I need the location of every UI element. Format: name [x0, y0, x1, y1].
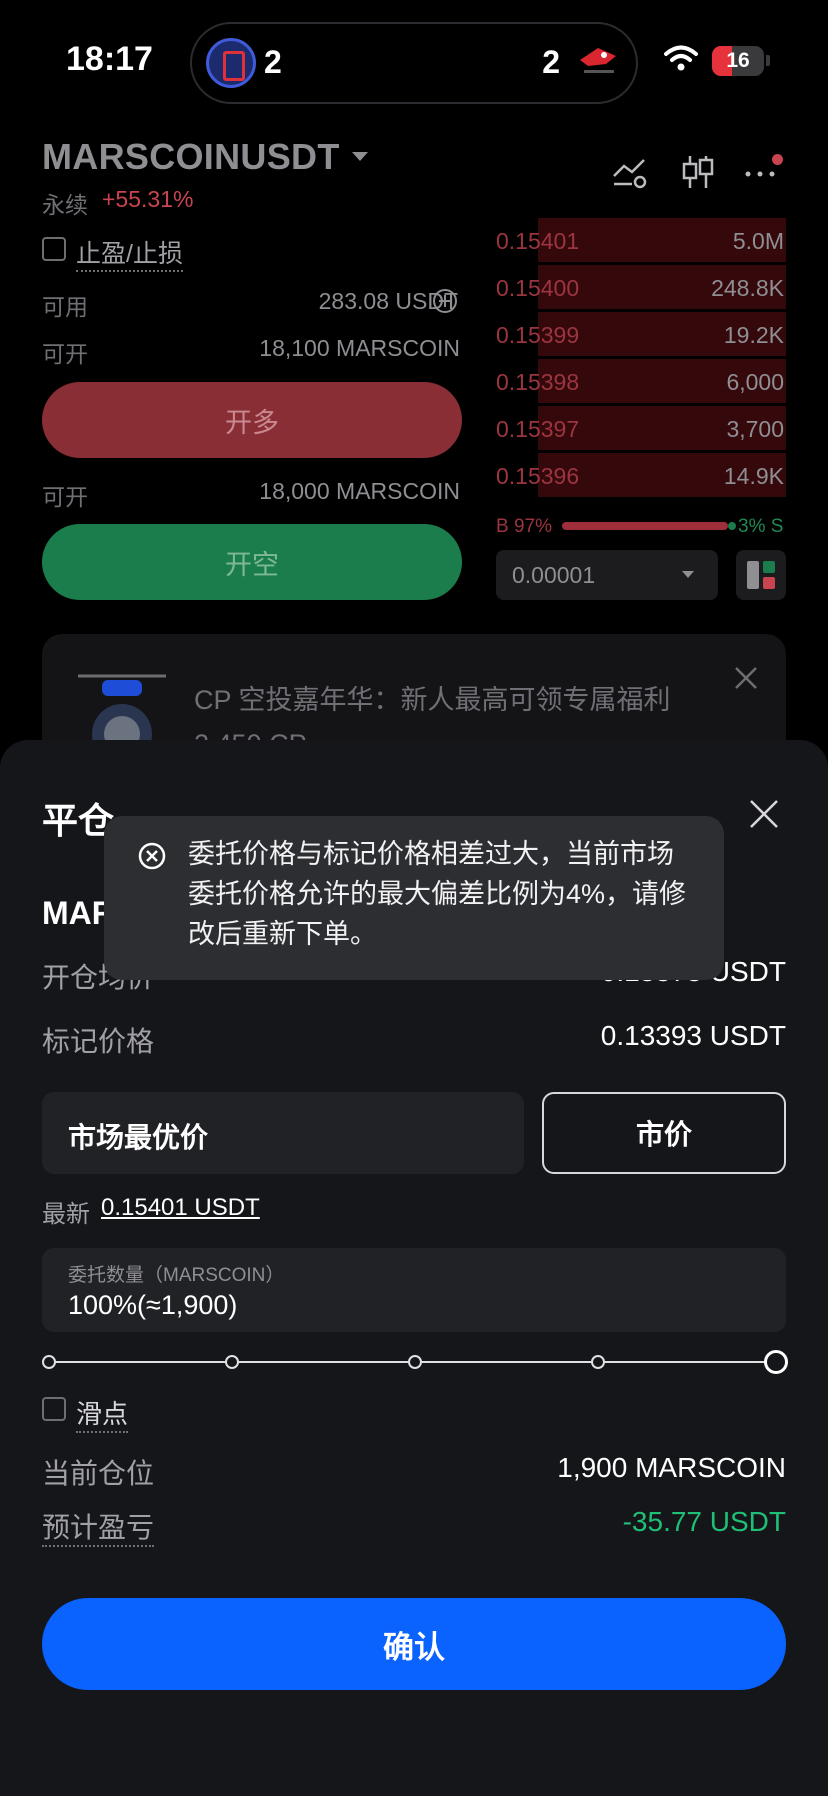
chevron-down-icon [682, 571, 694, 578]
slippage-checkbox[interactable] [42, 1397, 66, 1421]
slippage-label[interactable]: 滑点 [76, 1394, 129, 1433]
ask-quantity: 5.0M [732, 228, 784, 254]
orderbook-ask-row[interactable]: 0.15397 3,700 [494, 406, 786, 450]
quantity-label: 委托数量（MARSCOIN） [68, 1265, 285, 1286]
error-toast: 委托价格与标记价格相差过大，当前市场委托价格允许的最大偏差比例为4%，请修改后重… [104, 816, 724, 980]
sell-ratio-bar [728, 522, 736, 530]
ask-price: 0.15396 [496, 463, 580, 489]
open-short-label: 可开 [42, 484, 88, 510]
chevron-down-icon[interactable] [352, 152, 368, 161]
tpsl-label[interactable]: 止盈/止损 [76, 234, 183, 272]
chart-trend-icon[interactable] [610, 152, 650, 192]
battery-cap [766, 55, 770, 66]
slider-step-75[interactable] [591, 1355, 605, 1369]
pair-selector[interactable]: MARSCOINUSDT [42, 136, 340, 178]
slider-step-50[interactable] [408, 1355, 422, 1369]
buy-ratio-bar [562, 522, 728, 530]
ask-price: 0.15398 [496, 369, 580, 395]
latest-label: 最新 [42, 1201, 90, 1228]
add-funds-icon[interactable] [432, 288, 458, 314]
team-logo-right-icon [580, 48, 616, 73]
perpetual-label: 永续 [42, 192, 88, 218]
buy-ratio: B 97% [496, 516, 552, 537]
orderbook-ask-row[interactable]: 0.15401 5.0M [494, 218, 786, 262]
score-right: 2 [542, 44, 560, 80]
slider-step-0[interactable] [42, 1355, 56, 1369]
battery-level: 16 [726, 49, 750, 72]
pnl-label: 预计盈亏 [42, 1506, 155, 1547]
precision-value: 0.00001 [512, 562, 596, 588]
orderbook-layout-button[interactable] [736, 550, 786, 600]
slider-step-25[interactable] [225, 1355, 239, 1369]
sell-ratio: 3% S [738, 516, 784, 537]
open-short-value: 18,000 MARSCOIN [259, 478, 460, 504]
orderbook-ask-row[interactable]: 0.15399 19.2K [494, 312, 786, 356]
open-long-value: 18,100 MARSCOIN [259, 335, 460, 361]
close-icon[interactable] [734, 666, 758, 690]
best-price-text: 市场最优价 [68, 1122, 209, 1153]
slider-knob[interactable] [764, 1350, 788, 1374]
position-value: 1,900 MARSCOIN [557, 1452, 786, 1483]
available-label: 可用 [42, 294, 88, 320]
team-logo-left-icon [206, 38, 256, 88]
quantity-value: 100%(≈1,900) [68, 1290, 238, 1320]
score-left: 2 [264, 44, 282, 80]
ask-quantity: 3,700 [726, 416, 784, 442]
ask-quantity: 248.8K [711, 275, 784, 301]
pnl-value: -35.77 USDT [622, 1506, 786, 1537]
open-long-button[interactable]: 开多 [42, 382, 462, 458]
position-label: 当前仓位 [42, 1458, 155, 1489]
toast-message: 委托价格与标记价格相差过大，当前市场委托价格允许的最大偏差比例为4%，请修改后重… [188, 839, 687, 949]
precision-select[interactable]: 0.00001 [496, 550, 718, 600]
market-price-button[interactable]: 市价 [542, 1092, 786, 1174]
price-change: +55.31% [102, 186, 194, 212]
ask-price: 0.15400 [496, 275, 580, 301]
mark-price-label: 标记价格 [42, 1026, 155, 1057]
confirm-button[interactable]: 确认 [42, 1598, 786, 1690]
close-icon[interactable] [748, 798, 780, 830]
live-activity-island[interactable]: 2 2 [190, 22, 638, 104]
notification-dot [772, 154, 783, 165]
orderbook-ask-row[interactable]: 0.15400 248.8K [494, 265, 786, 309]
status-time: 18:17 [66, 40, 153, 78]
orderbook-ask-row[interactable]: 0.15396 14.9K [494, 453, 786, 497]
orderbook-ask-row[interactable]: 0.15398 6,000 [494, 359, 786, 403]
ask-quantity: 6,000 [726, 369, 784, 395]
ask-quantity: 19.2K [723, 322, 784, 348]
error-circle-icon [138, 842, 166, 870]
open-long-label: 可开 [42, 341, 88, 367]
latest-price-link[interactable]: 0.15401 USDT [101, 1194, 260, 1222]
wifi-icon [664, 45, 698, 71]
price-input[interactable]: 市场最优价 [42, 1092, 524, 1174]
open-short-button[interactable]: 开空 [42, 524, 462, 600]
mark-price-value: 0.13393 USDT [600, 1020, 786, 1051]
ask-price: 0.15399 [496, 322, 580, 348]
ask-price: 0.15401 [496, 228, 580, 254]
ask-price: 0.15397 [496, 416, 580, 442]
battery-icon: 16 [712, 46, 764, 76]
tpsl-checkbox[interactable] [42, 237, 66, 261]
quantity-input[interactable]: 委托数量（MARSCOIN） 100%(≈1,900) [42, 1248, 786, 1332]
candlestick-icon[interactable] [678, 152, 718, 192]
ask-quantity: 14.9K [723, 463, 784, 489]
